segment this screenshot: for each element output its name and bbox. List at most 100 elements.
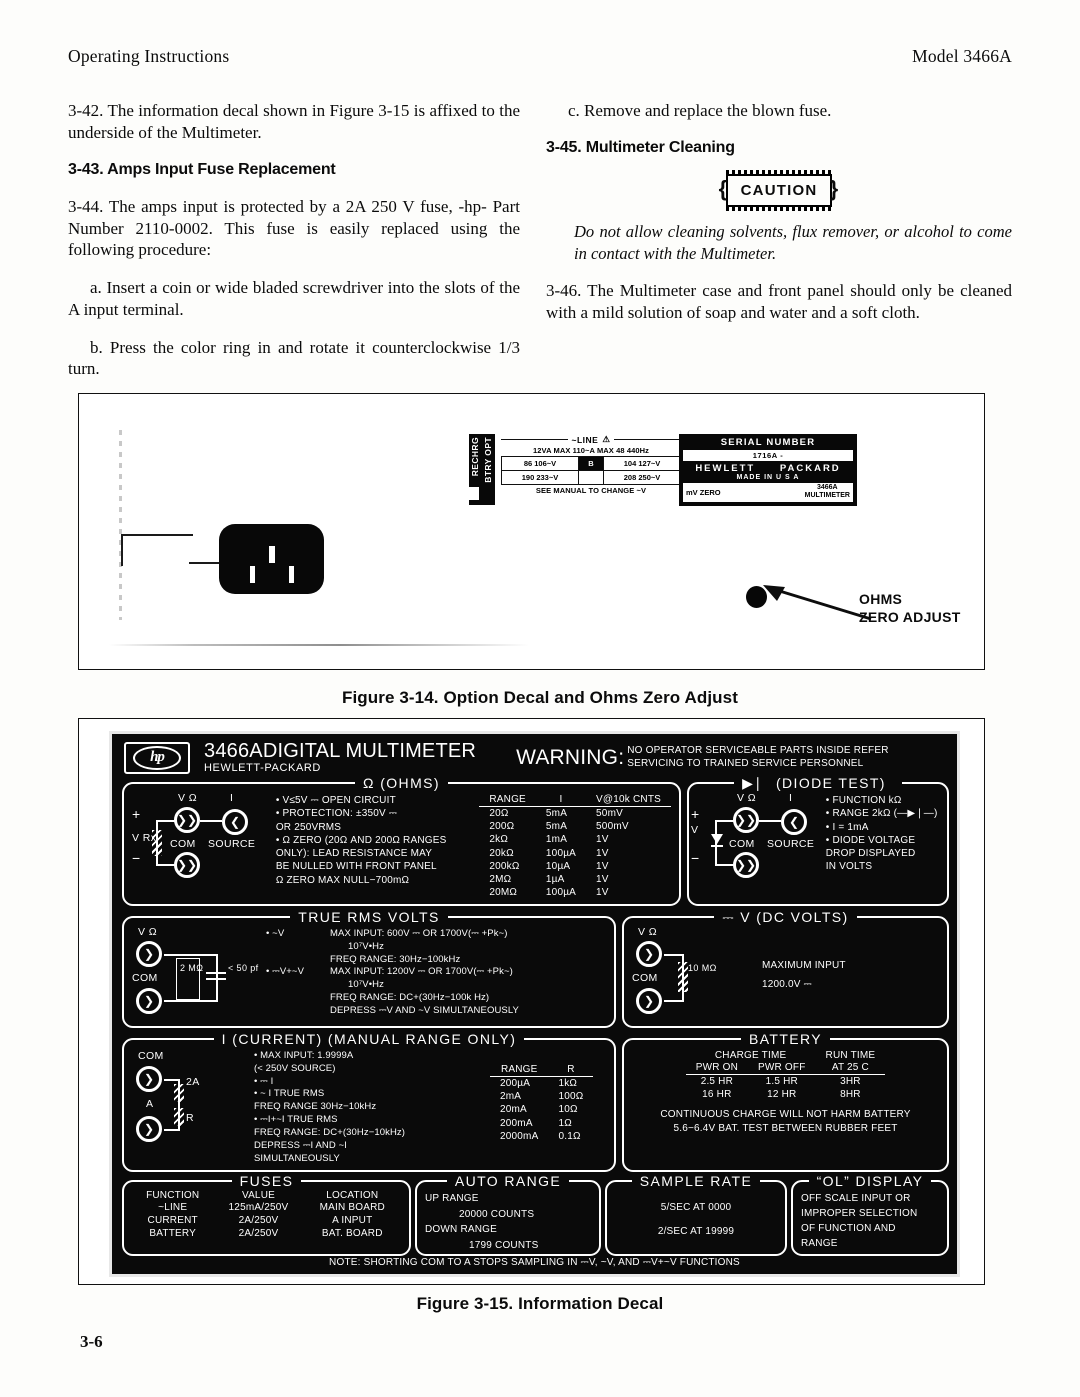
current-terminal-diagram: COM ❯ A ❯ 2A R [132,1050,250,1162]
caution-brace-right: } [829,176,840,202]
terminal-label-v-ohm: V Ω [737,792,756,804]
cell-function: BATTERY [149,1228,196,1240]
section-battery: BATTERY CHARGE TIME RUN TIME PWR ON PWR … [622,1031,949,1172]
terminal-i-source[interactable]: ❮ [781,809,807,835]
list-item: FREQ RANGE: 30Hz−100kHz [330,953,461,965]
section-current: I (CURRENT) (MANUAL RANGE ONLY) COM ❯ A … [122,1031,616,1172]
table-row: 20kΩ 100µA 1V [479,847,671,860]
voltage-range-high: 208 250~V [603,470,681,485]
cell-shunt: 0.1Ω [558,1130,581,1142]
cell-location: BAT. BOARD [321,1228,383,1240]
table-header-row: PWR ON PWR OFF AT 25 C [685,1062,886,1075]
cell-location: MAIN BOARD [319,1202,385,1213]
voltage-range-high: 104 127~V [603,456,681,471]
cell-current: 1mA [545,834,568,846]
label-shunt-r: R [186,1112,194,1124]
blank-swatch [464,487,479,500]
wire [759,820,781,822]
section-ohms: Ω (OHMS) V Ω I ❯❯ ❮ SOURCE COM ❯❯ + V Rx [122,775,681,906]
terminal-label-i: I [230,792,234,804]
table-row: 86 106~V B 104 127~V [501,456,681,471]
resistor-symbol-icon [678,962,688,992]
terminal-v-ohm[interactable]: ❯ [636,941,662,967]
wire [664,1000,684,1002]
cell-current: 5mA [545,808,568,819]
serial-number-plate: SERIAL NUMBER 1716A - HEWLETT PACKARD MA… [679,434,857,506]
list-item: FREQ RANGE 30Hz−10kHz [254,1101,377,1113]
table-row: 2000mA 0.1Ω [490,1130,593,1143]
terminal-com[interactable]: ❯❯ [733,852,759,878]
cell-range: 2000mA [500,1130,539,1142]
label-plus: + [132,806,141,822]
trms-lines-ac: MAX INPUT: 600V ⎓ OR 1700V(⎓ +Pk~) 10⁷V•… [330,928,508,966]
selector-cell: B [577,456,605,471]
terminal-com[interactable]: ❯❯ [174,852,200,878]
table-row: 200mA 1Ω [490,1117,593,1130]
hp-logo-icon: hp [124,741,190,774]
section-samplerate-body: 5/SEC AT 0000 2/SEC AT 19999 [607,1182,785,1254]
made-in-label: MADE IN U S A [736,474,800,481]
cell-range: 200kΩ [489,860,520,872]
paragraph-3-42: 3-42. The information decal shown in Fig… [68,101,520,142]
socket-pin [289,566,294,583]
caution-text: Do not allow cleaning solvents, flux rem… [574,222,1012,263]
col-range: RANGE [490,1064,549,1077]
list-item: MAX INPUT: 600V ⎓ OR 1700V(⎓ +Pk~) [330,928,508,939]
socket-pin [250,566,255,583]
terminal-i-source[interactable]: ❮ [222,809,248,835]
dcvolts-max-input-label: MAXIMUM INPUT [762,960,846,971]
cell-run-time: 8HR [840,1089,861,1101]
section-fuses-body: FUNCTION VALUE LOCATION ~LINE 125mA/250V… [124,1182,409,1254]
step-b: b. Press the color ring in and rotate it… [68,337,520,379]
text-column-left: 3-42. The information decal shown in Fig… [68,100,520,396]
terminal-v-ohm[interactable]: ❯❯ [174,807,200,833]
list-item: (< 250V SOURCE) [254,1062,336,1074]
option-decal: RECHRG BTRY OPT ~LINE ⚠ 12VA MAX 110~A M… [464,434,682,505]
table-header-row: RANGE I V@10k CNTS [479,794,671,807]
line-voltage-table: 86 106~V B 104 127~V 190 233~V 208 250~V [501,456,681,485]
cell-range: 200µA [500,1078,531,1089]
list-item: • PROTECTION: ±350V ⎓ [275,808,398,820]
col-value: VALUE [241,1190,275,1201]
caution-brace-left: { [718,176,729,202]
model-name: 3466A MULTIMETER [805,484,850,501]
terminal-com[interactable]: ❯ [136,1066,162,1092]
socket-pin [269,546,275,563]
table-row: 20Ω 5mA 50mV [479,807,671,821]
terminal-v-ohm[interactable]: ❯❯ [733,807,759,833]
terminal-com[interactable]: ❯ [136,988,162,1014]
list-item: 10⁷V•Hz [348,979,384,991]
heading-3-45: 3-45. Multimeter Cleaning [546,138,735,156]
terminal-com[interactable]: ❯ [636,988,662,1014]
autorange-down-label: DOWN RANGE [425,1224,497,1235]
figure-3-14-caption: Figure 3-14. Option Decal and Ohms Zero … [342,688,738,707]
table-row: 20mA 10Ω [490,1103,593,1116]
terminal-label-v-ohm: V Ω [638,926,657,938]
col-location: LOCATION [326,1190,379,1201]
table-header-row: FUNCTION VALUE LOCATION [132,1190,401,1201]
warning-label: WARNING: [516,745,625,769]
cell-range: 2MΩ [489,873,512,885]
wire [164,1129,180,1131]
cell-function: ~LINE [158,1202,188,1213]
caution-banner: { CAUTION } [546,170,1012,212]
running-head: Operating Instructions Model 3466A [68,46,1012,67]
oldisplay-line-3: OF FUNCTION AND [801,1223,896,1234]
list-item: FREQ RANGE: DC+(30Hz−10kHz) [254,1126,406,1138]
col-function: FUNCTION [146,1190,200,1201]
section-oldisplay-body: OFF SCALE INPUT OR IMPROPER SELECTION OF… [793,1182,947,1254]
label-minus: − [132,850,141,866]
terminal-v-ohm[interactable]: ❯ [136,941,162,967]
resistor-symbol-icon [174,1108,184,1126]
terminal-label-v-ohm: V Ω [178,792,197,804]
battery-table: CHARGE TIME RUN TIME PWR ON PWR OFF AT 2… [685,1050,886,1101]
trms-terminal-diagram: V Ω ❯ COM ❯ 2 MΩ < 50 pf [132,926,262,1020]
label-a: A [146,1098,154,1110]
terminal-a[interactable]: ❯ [136,1116,162,1142]
cell-volts: 500mV [596,821,629,833]
col-range: RANGE [479,794,536,807]
cell-range: 200Ω [489,821,515,833]
cell-shunt: 10Ω [558,1104,578,1116]
capacitor-plate-icon [206,978,226,980]
label-source: SOURCE [208,838,256,850]
